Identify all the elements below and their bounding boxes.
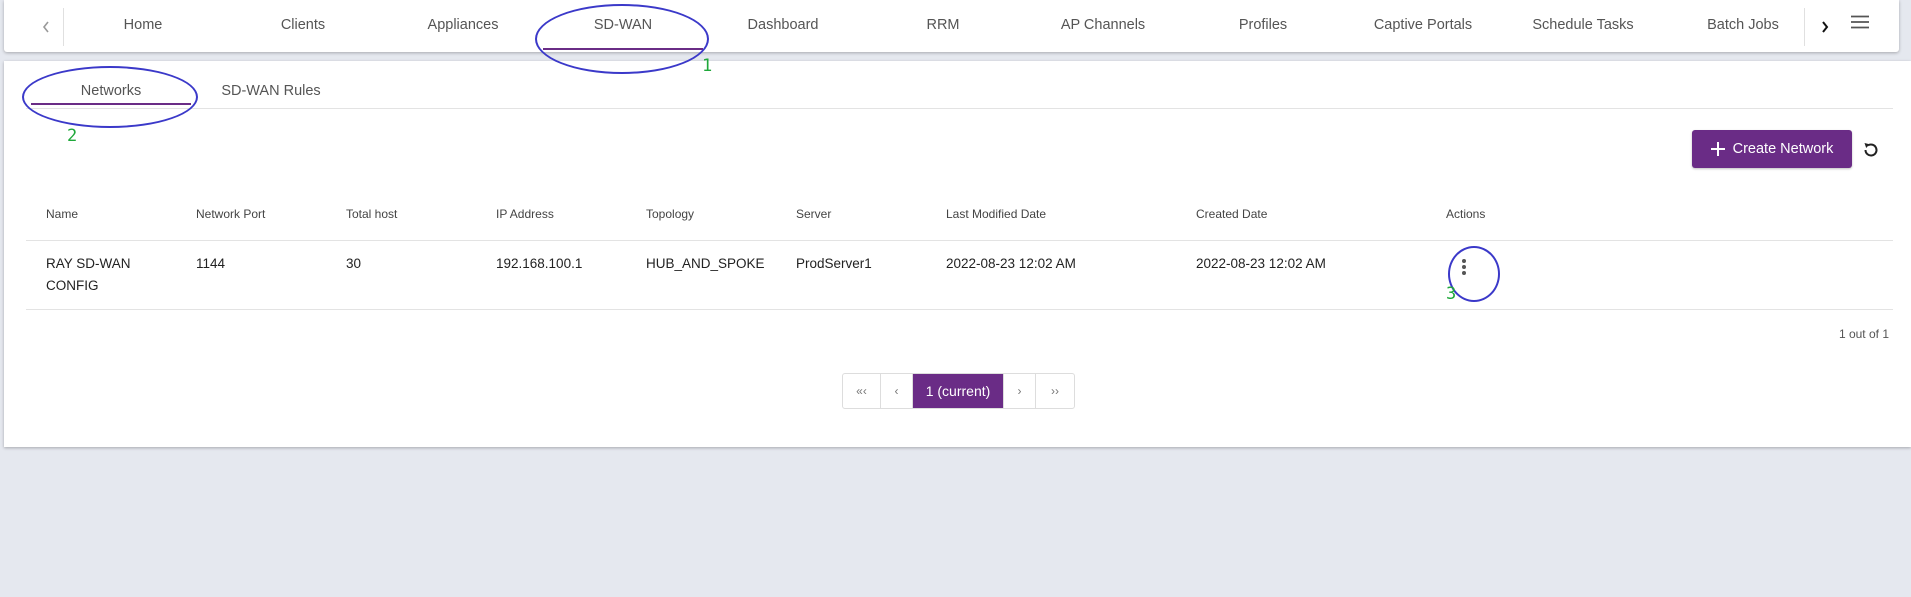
cell-name: RAY SD-WAN CONFIG [46,253,131,297]
top-nav: Home Clients Appliances SD-WAN Dashboard… [4,0,1899,52]
cell-created: 2022-08-23 12:02 AM [1196,256,1326,271]
subtab-divider [26,108,1893,109]
chevron-left-icon [42,21,49,33]
menu-button[interactable] [1842,10,1878,34]
nav-next-button[interactable] [1804,8,1844,46]
cell-server: ProdServer1 [796,256,872,271]
create-network-label: Create Network [1732,141,1834,157]
tab-schedule-tasks[interactable]: Schedule Tasks [1503,0,1663,52]
col-network-port: Network Port [196,207,266,221]
col-ip-address: IP Address [496,207,554,221]
tab-captive-portals[interactable]: Captive Portals [1343,0,1503,52]
cell-topology: HUB_AND_SPOKE [646,256,765,271]
plus-icon [1710,142,1725,156]
annotation-ellipse-2 [22,66,198,128]
chevron-right-icon [1821,21,1828,33]
tab-appliances[interactable]: Appliances [383,0,543,52]
tab-profiles[interactable]: Profiles [1183,0,1343,52]
tab-home[interactable]: Home [63,0,223,52]
col-created: Created Date [1196,207,1268,221]
cell-ip-address: 192.168.100.1 [496,256,583,271]
tab-dashboard[interactable]: Dashboard [703,0,863,52]
tab-batch-jobs[interactable]: Batch Jobs [1663,0,1823,52]
col-total-host: Total host [346,207,398,221]
header-divider [26,240,1893,241]
annotation-number-2: 2 [67,126,78,146]
page-last-button[interactable]: ›› [1036,374,1074,408]
row-divider [26,309,1893,310]
networks-panel: Networks SD-WAN Rules Create Network Nam… [4,61,1911,447]
page-first-button[interactable]: «‹ [843,374,881,408]
refresh-button[interactable] [1858,137,1884,163]
col-actions: Actions [1446,207,1486,221]
annotation-ellipse-1 [535,4,709,74]
menu-icon [1851,15,1869,29]
annotation-number-3: 3 [1446,284,1457,304]
nav-prev-button[interactable] [28,8,64,46]
create-network-button[interactable]: Create Network [1692,130,1852,168]
row-count: 1 out of 1 [1838,327,1889,341]
tab-rrm[interactable]: RRM [863,0,1023,52]
page-prev-button[interactable]: ‹ [881,374,913,408]
col-last-modified: Last Modified Date [946,207,1047,221]
annotation-number-1: 1 [702,56,713,76]
refresh-icon [1864,143,1878,157]
cell-total-host: 30 [346,256,362,271]
page-next-button[interactable]: › [1004,374,1036,408]
page-current[interactable]: 1 (current) [913,374,1004,408]
subtab-sd-wan-rules[interactable]: SD-WAN Rules [191,75,351,119]
cell-name-line1: RAY SD-WAN [46,256,131,271]
cell-last-modified: 2022-08-23 12:02 AM [946,256,1076,271]
tab-clients[interactable]: Clients [223,0,383,52]
col-server: Server [796,207,832,221]
col-name: Name [46,207,79,221]
pagination: «‹ ‹ 1 (current) › ›› [842,373,1075,409]
tab-ap-channels[interactable]: AP Channels [1023,0,1183,52]
col-topology: Topology [646,207,695,221]
cell-network-port: 1144 [196,256,226,271]
cell-name-line2: CONFIG [46,278,99,293]
